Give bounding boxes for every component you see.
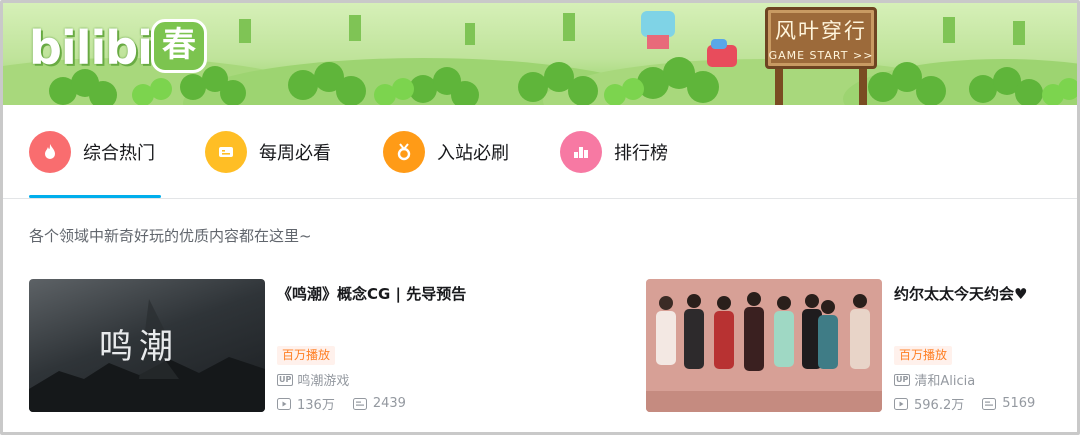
video-thumbnail[interactable] <box>646 279 882 412</box>
million-views-badge: 百万播放 <box>894 346 953 365</box>
play-count-icon <box>277 397 291 410</box>
sign-subtitle: GAME START >> <box>768 49 874 62</box>
video-thumbnail[interactable]: 鸣潮 <box>29 279 265 412</box>
tab-comprehensive-hot[interactable]: 综合热门 <box>29 129 155 175</box>
million-views-badge: 百万播放 <box>277 346 336 365</box>
ranking-icon <box>560 131 602 173</box>
video-title[interactable]: 约尔太太今天约会♥ <box>894 283 1027 304</box>
thumbnail-title: 鸣潮 <box>99 327 179 367</box>
section-description: 各个领域中新奇好玩的优质内容都在这里~ <box>29 227 312 245</box>
tab-must-watch[interactable]: 入站必刷 <box>383 129 509 175</box>
video-info: 约尔太太今天约会♥ 百万播放 UP 清和Alicia 596.2万 5169 <box>894 279 1074 413</box>
uploader-name[interactable]: 清和Alicia <box>914 370 975 389</box>
ticket-icon <box>205 131 247 173</box>
view-count: 596.2万 <box>914 398 965 413</box>
thumbnail-art <box>646 279 882 412</box>
medal-icon <box>383 131 425 173</box>
video-card[interactable]: 鸣潮 《鸣潮》概念CG | 先导预告 百万播放 UP 鸣潮游戏 136万 243… <box>29 279 466 413</box>
up-icon: UP <box>894 373 911 386</box>
sign-post <box>775 63 783 105</box>
danmaku-count: 5169 <box>1002 396 1036 411</box>
category-tabs: 综合热门 每周必看 入站必刷 排行榜 <box>3 105 1077 199</box>
video-info: 《鸣潮》概念CG | 先导预告 百万播放 UP 鸣潮游戏 136万 2439 <box>277 279 466 413</box>
active-tab-indicator <box>29 195 161 198</box>
video-card[interactable]: 约尔太太今天约会♥ 百万播放 UP 清和Alicia 596.2万 5169 <box>646 279 1066 413</box>
tab-ranking[interactable]: 排行榜 <box>560 129 668 175</box>
uploader-row[interactable]: UP 鸣潮游戏 <box>277 370 349 389</box>
popular-page: bilibili 春 风叶穿行 GAME START >> 综合热门 每周必看 … <box>0 0 1080 435</box>
danmaku-icon <box>352 397 367 410</box>
flame-icon <box>29 131 71 173</box>
danmaku-count: 2439 <box>372 396 406 411</box>
tab-label: 入站必刷 <box>437 143 509 164</box>
view-count: 136万 <box>297 398 335 413</box>
header-banner: bilibili 春 风叶穿行 GAME START >> <box>3 3 1077 105</box>
game-start-sign[interactable]: 风叶穿行 GAME START >> <box>765 7 877 69</box>
video-title[interactable]: 《鸣潮》概念CG | 先导预告 <box>277 283 466 304</box>
video-stats: 136万 2439 <box>277 394 424 413</box>
play-count-icon <box>894 397 908 410</box>
uploader-name[interactable]: 鸣潮游戏 <box>297 370 349 389</box>
danmaku-icon <box>982 397 997 410</box>
sign-post <box>859 63 867 105</box>
up-icon: UP <box>277 373 294 386</box>
tab-weekly-must-see[interactable]: 每周必看 <box>205 129 331 175</box>
tab-label: 每周必看 <box>259 143 331 164</box>
tab-label: 综合热门 <box>83 143 155 164</box>
sign-title: 风叶穿行 <box>775 19 867 43</box>
uploader-row[interactable]: UP 清和Alicia <box>894 370 975 389</box>
spring-badge: 春 <box>151 19 207 73</box>
video-stats: 596.2万 5169 <box>894 394 1053 413</box>
tab-label: 排行榜 <box>614 143 668 164</box>
